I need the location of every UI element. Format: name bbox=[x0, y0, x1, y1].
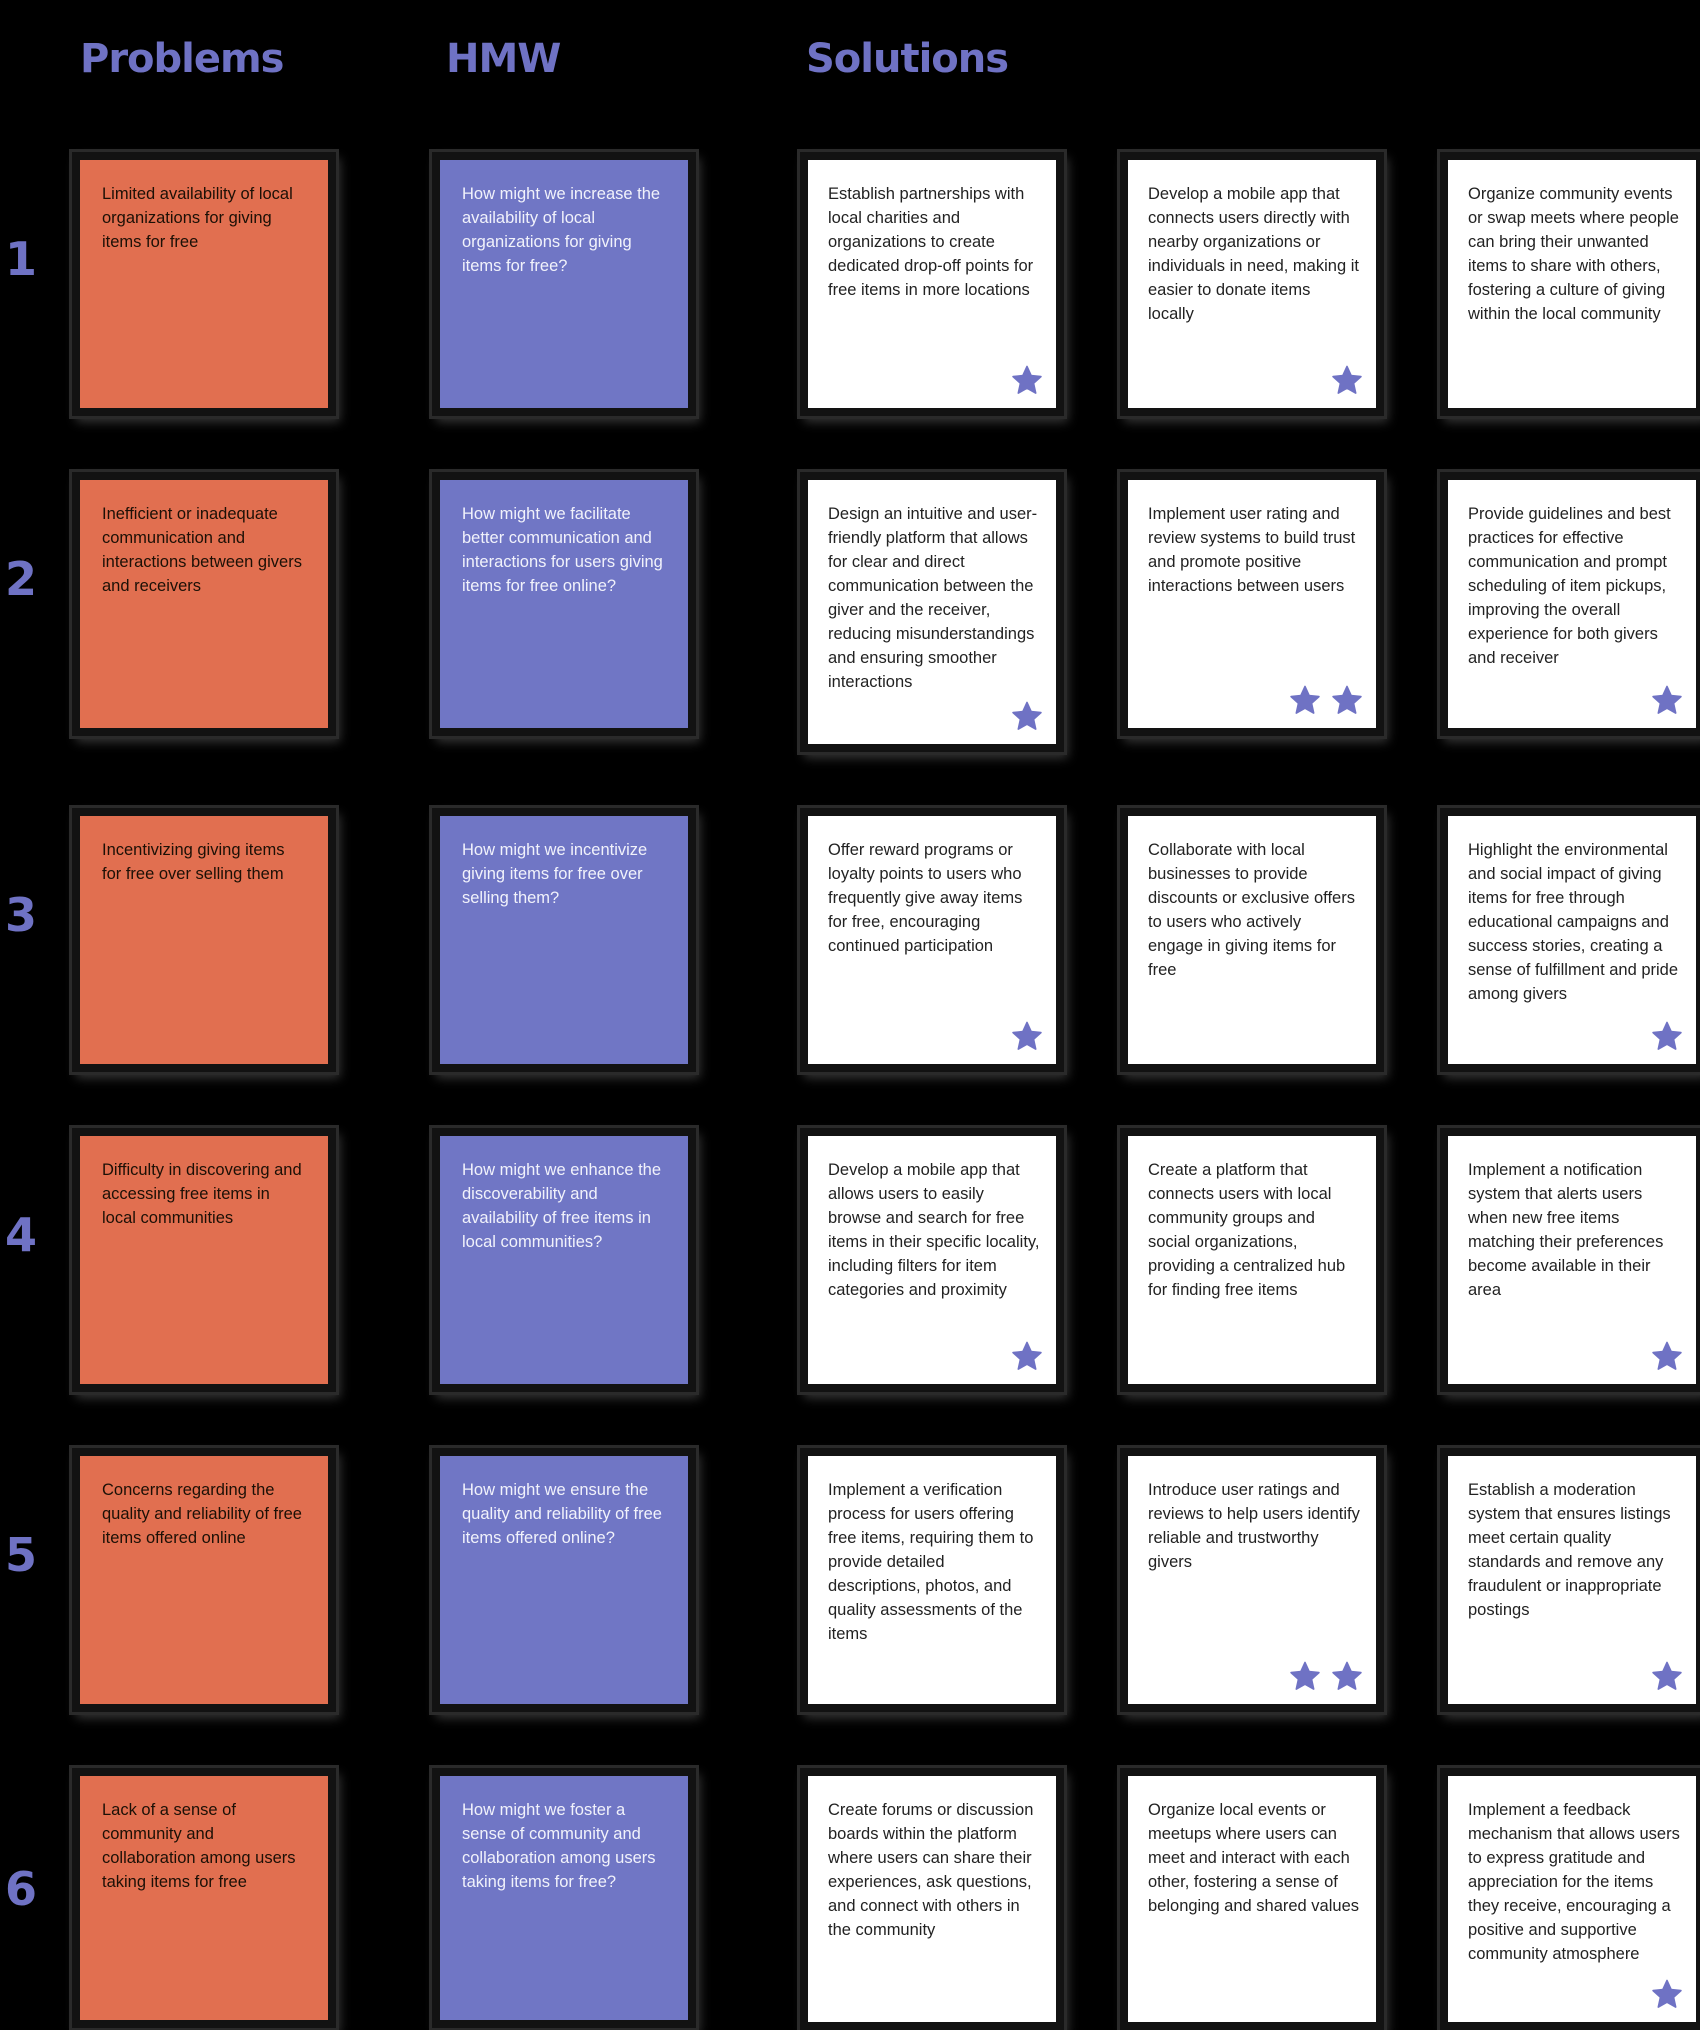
star-icon bbox=[1010, 364, 1044, 398]
solution-text: Create forums or discussion boards withi… bbox=[828, 1801, 1034, 1939]
vote-stars bbox=[1288, 1660, 1364, 1694]
solution-text: Create a platform that connects users wi… bbox=[1148, 1161, 1346, 1299]
solution-text: Organize community events or swap meets … bbox=[1468, 185, 1679, 323]
hmw-note[interactable]: How might we facilitate better communica… bbox=[432, 472, 696, 736]
vote-stars bbox=[1010, 700, 1044, 734]
solution-note[interactable]: Implement a verification process for use… bbox=[800, 1448, 1064, 1712]
solution-text: Implement user rating and review systems… bbox=[1148, 505, 1356, 595]
solution-note[interactable]: Design an intuitive and user-friendly pl… bbox=[800, 472, 1064, 752]
header-problems: Problems bbox=[80, 36, 284, 82]
solution-text: Offer reward programs or loyalty points … bbox=[828, 841, 1023, 955]
problem-note[interactable]: Difficulty in discovering and accessing … bbox=[72, 1128, 336, 1392]
solution-text: Provide guidelines and best practices fo… bbox=[1468, 505, 1671, 667]
problem-note[interactable]: Limited availability of local organizati… bbox=[72, 152, 336, 416]
solution-text: Implement a feedback mechanism that allo… bbox=[1468, 1801, 1680, 1963]
vote-stars bbox=[1650, 1340, 1684, 1374]
problem-note[interactable]: Inefficient or inadequate communication … bbox=[72, 472, 336, 736]
star-icon bbox=[1288, 684, 1322, 718]
solution-text: Implement a verification process for use… bbox=[828, 1481, 1034, 1643]
vote-stars bbox=[1650, 1660, 1684, 1694]
vote-stars bbox=[1650, 684, 1684, 718]
header-hmw: HMW bbox=[446, 36, 561, 82]
hmw-note[interactable]: How might we enhance the discoverability… bbox=[432, 1128, 696, 1392]
row-number: 4 bbox=[4, 1208, 37, 1262]
solution-text: Organize local events or meetups where u… bbox=[1148, 1801, 1359, 1915]
solution-text: Establish partnerships with local charit… bbox=[828, 185, 1034, 299]
solution-text: Introduce user ratings and reviews to he… bbox=[1148, 1481, 1360, 1571]
hmw-note[interactable]: How might we ensure the quality and reli… bbox=[432, 1448, 696, 1712]
solution-text: Highlight the environmental and social i… bbox=[1468, 841, 1679, 1003]
star-icon bbox=[1330, 684, 1364, 718]
star-icon bbox=[1650, 1978, 1684, 2012]
solution-note[interactable]: Develop a mobile app that allows users t… bbox=[800, 1128, 1064, 1392]
solution-text: Establish a moderation system that ensur… bbox=[1468, 1481, 1671, 1619]
solution-note[interactable]: Create forums or discussion boards withi… bbox=[800, 1768, 1064, 2030]
vote-stars bbox=[1650, 1020, 1684, 1054]
solution-note[interactable]: Collaborate with local businesses to pro… bbox=[1120, 808, 1384, 1072]
star-icon bbox=[1010, 700, 1044, 734]
hmw-note[interactable]: How might we increase the availability o… bbox=[432, 152, 696, 416]
solution-text: Design an intuitive and user-friendly pl… bbox=[828, 505, 1038, 691]
star-icon bbox=[1330, 1660, 1364, 1694]
star-icon bbox=[1650, 1660, 1684, 1694]
row-number: 6 bbox=[4, 1862, 37, 1916]
solution-text: Collaborate with local businesses to pro… bbox=[1148, 841, 1355, 979]
star-icon bbox=[1650, 684, 1684, 718]
solution-note[interactable]: Organize community events or swap meets … bbox=[1440, 152, 1700, 416]
solution-note[interactable]: Establish partnerships with local charit… bbox=[800, 152, 1064, 416]
solution-text: Develop a mobile app that allows users t… bbox=[828, 1161, 1040, 1299]
vote-stars bbox=[1330, 364, 1364, 398]
solution-note[interactable]: Develop a mobile app that connects users… bbox=[1120, 152, 1384, 416]
solution-note[interactable]: Establish a moderation system that ensur… bbox=[1440, 1448, 1700, 1712]
row-number: 2 bbox=[4, 552, 37, 606]
vote-stars bbox=[1288, 684, 1364, 718]
star-icon bbox=[1010, 1020, 1044, 1054]
solution-note[interactable]: Offer reward programs or loyalty points … bbox=[800, 808, 1064, 1072]
solution-note[interactable]: Create a platform that connects users wi… bbox=[1120, 1128, 1384, 1392]
solution-note[interactable]: Organize local events or meetups where u… bbox=[1120, 1768, 1384, 2030]
star-icon bbox=[1650, 1020, 1684, 1054]
problem-note[interactable]: Concerns regarding the quality and relia… bbox=[72, 1448, 336, 1712]
solution-note[interactable]: Introduce user ratings and reviews to he… bbox=[1120, 1448, 1384, 1712]
vote-stars bbox=[1650, 1978, 1684, 2012]
solution-note[interactable]: Implement a feedback mechanism that allo… bbox=[1440, 1768, 1700, 2030]
vote-stars bbox=[1010, 1020, 1044, 1054]
row-number: 1 bbox=[4, 232, 37, 286]
solution-text: Implement a notification system that ale… bbox=[1468, 1161, 1664, 1299]
solution-note[interactable]: Implement a notification system that ale… bbox=[1440, 1128, 1700, 1392]
star-icon bbox=[1330, 364, 1364, 398]
solution-note[interactable]: Provide guidelines and best practices fo… bbox=[1440, 472, 1700, 736]
star-icon bbox=[1288, 1660, 1322, 1694]
row-number: 3 bbox=[4, 888, 37, 942]
star-icon bbox=[1650, 1340, 1684, 1374]
row-number: 5 bbox=[4, 1528, 37, 1582]
problem-note[interactable]: Lack of a sense of community and collabo… bbox=[72, 1768, 336, 2028]
problem-note[interactable]: Incentivizing giving items for free over… bbox=[72, 808, 336, 1072]
solution-note[interactable]: Highlight the environmental and social i… bbox=[1440, 808, 1700, 1072]
vote-stars bbox=[1010, 364, 1044, 398]
star-icon bbox=[1010, 1340, 1044, 1374]
hmw-note[interactable]: How might we incentivize giving items fo… bbox=[432, 808, 696, 1072]
hmw-note[interactable]: How might we foster a sense of community… bbox=[432, 1768, 696, 2028]
vote-stars bbox=[1010, 1340, 1044, 1374]
header-solutions: Solutions bbox=[806, 36, 1009, 82]
solution-note[interactable]: Implement user rating and review systems… bbox=[1120, 472, 1384, 736]
solution-text: Develop a mobile app that connects users… bbox=[1148, 185, 1359, 323]
